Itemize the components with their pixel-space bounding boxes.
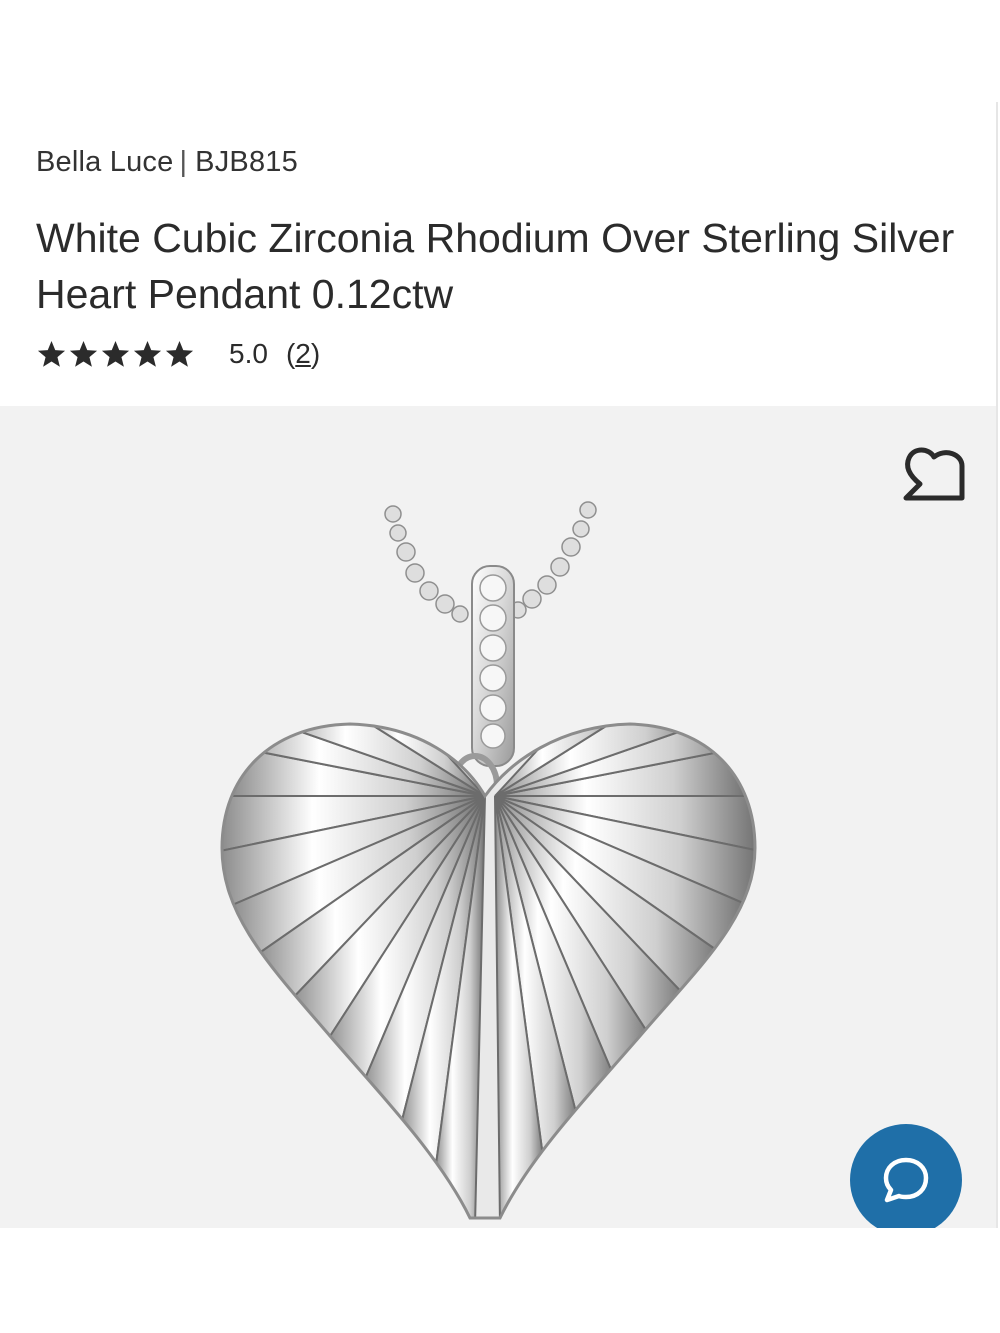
review-count-link[interactable]: (2): [286, 338, 320, 370]
product-header: Bella Luce | BJB815 White Cubic Zirconia R…: [0, 102, 996, 406]
rating-value: 5.0: [229, 338, 268, 369]
chat-button[interactable]: [850, 1124, 962, 1228]
star-icon: [68, 339, 99, 370]
product-sku: BJB815: [195, 146, 298, 178]
product-image[interactable]: [210, 496, 770, 1228]
star-icon: [164, 339, 195, 370]
product-rating[interactable]: 5.0 (2): [36, 332, 320, 376]
brand-separator: |: [179, 146, 188, 178]
product-image-gallery[interactable]: [0, 406, 996, 1228]
brand-name[interactable]: Bella Luce: [36, 146, 173, 178]
heart-outline-icon: [903, 447, 965, 501]
chat-bubble-icon: [883, 1157, 929, 1203]
review-count-close: ): [310, 338, 321, 369]
star-icon: [132, 339, 163, 370]
product-title: White Cubic Zirconia Rhodium Over Sterli…: [36, 215, 955, 317]
star-icon: [36, 339, 67, 370]
heart-pendant-image: [220, 501, 757, 1220]
product-page: Bella Luce | BJB815 White Cubic Zirconia R…: [0, 102, 998, 1228]
wishlist-button[interactable]: [900, 444, 968, 502]
review-count-open: (: [285, 338, 296, 369]
brand-sku-line: Bella Luce | BJB815: [36, 146, 298, 179]
review-count-number[interactable]: 2: [295, 338, 311, 369]
star-rating: [36, 339, 195, 370]
star-icon: [100, 339, 131, 370]
